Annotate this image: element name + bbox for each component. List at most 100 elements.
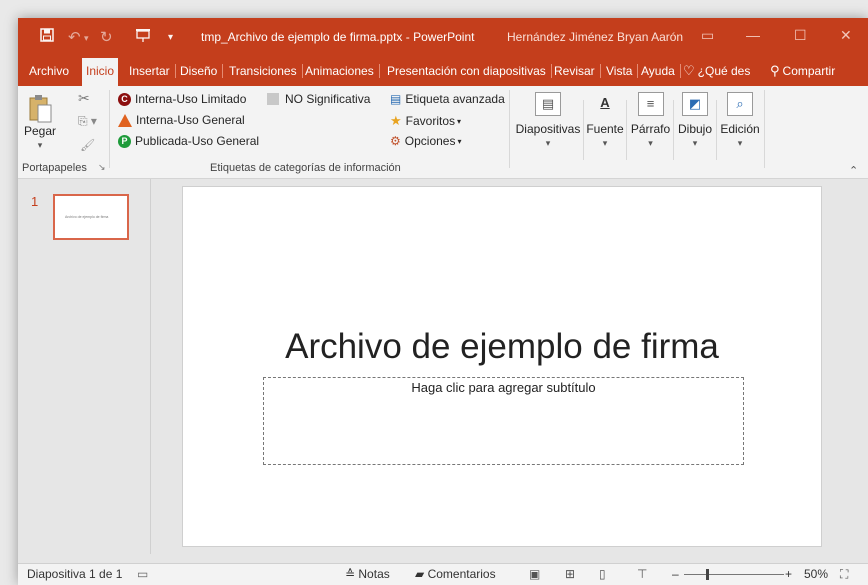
zoom-slider-track[interactable] — [684, 574, 784, 575]
close-icon[interactable]: ✕ — [840, 27, 852, 44]
slideshow-icon[interactable]: ⊤ — [637, 567, 647, 581]
tab-presentacion[interactable]: Presentación con diapositivas — [383, 56, 552, 86]
tab-revisar[interactable]: Revisar — [550, 56, 601, 86]
share-button[interactable]: ⚲ Compartir — [766, 56, 839, 86]
spell-check-icon[interactable]: ▭ — [137, 567, 148, 581]
tab-diseno[interactable]: Diseño — [176, 56, 224, 86]
title-separator: - — [402, 30, 414, 44]
separator — [764, 90, 765, 168]
zoom-slider-thumb[interactable] — [706, 569, 709, 580]
tab-vista[interactable]: Vista — [602, 56, 639, 86]
slide-number: 1 — [31, 194, 39, 209]
minimize-icon[interactable]: — — [746, 27, 760, 43]
notes-button[interactable]: ≙ Notas — [345, 567, 390, 581]
slides-icon: ▤ — [535, 92, 561, 116]
slide-thumbnail[interactable]: Archivo de ejemplo de firma — [53, 194, 129, 240]
separator — [509, 90, 510, 168]
format-painter-icon[interactable]: 🖌 — [80, 138, 95, 152]
chevron-down-icon: ▾ — [545, 138, 551, 148]
edicion-button[interactable]: ⌕ Edición ▾ — [718, 92, 762, 149]
button-label: Párrafo — [630, 122, 671, 136]
classification-p-icon: P — [118, 134, 131, 148]
ribbon-tabs: Archivo Inicio Insertar Diseño Transicio… — [18, 56, 868, 86]
ribbon-display-options-icon[interactable]: ▭ — [701, 27, 714, 44]
font-icon: A — [600, 95, 610, 110]
chevron-down-icon: ▾ — [457, 116, 462, 126]
notes-label: Notas — [358, 567, 390, 581]
tab-inicio[interactable]: Inicio — [82, 58, 119, 86]
separator — [673, 100, 674, 160]
paragraph-icon: ≡ — [637, 92, 664, 116]
chevron-down-icon: ▾ — [602, 138, 608, 148]
label-text: Interna-Uso Limitado — [135, 92, 247, 106]
button-label: Dibujo — [677, 122, 713, 136]
label-interna-uso-limitado[interactable]: C Interna-Uso Limitado — [118, 92, 246, 106]
comment-icon: ▰ — [415, 567, 428, 581]
customize-toolbar-icon[interactable]: ▾ — [168, 32, 173, 43]
label-no-significativa[interactable]: NO Significativa — [267, 92, 370, 106]
tab-archivo[interactable]: Archivo — [25, 56, 73, 86]
powerpoint-window: ↶ ▾ ↻ ▾ tmp_Archivo de ejemplo de firma.… — [18, 18, 868, 585]
normal-view-icon[interactable]: ▣ — [529, 567, 540, 581]
person-icon: ⚲ — [770, 63, 780, 78]
classification-c-icon: C — [118, 92, 131, 106]
redo-icon[interactable]: ↻ — [100, 28, 113, 46]
tell-me-label: ¿Qué des — [697, 64, 751, 78]
zoom-level[interactable]: 50% — [804, 567, 828, 581]
tell-me-search[interactable]: ♡ ¿Qué des — [679, 56, 754, 86]
label-text: Opciones — [404, 134, 456, 148]
tab-ayuda[interactable]: Ayuda — [637, 56, 681, 86]
present-from-start-icon[interactable] — [135, 28, 151, 47]
options-gear-icon: ⚙ — [390, 134, 401, 148]
fuente-button[interactable]: A Fuente ▾ — [585, 92, 625, 149]
cut-icon[interactable]: ✂ — [78, 90, 90, 107]
fit-slide-icon[interactable]: ⛶ — [840, 567, 848, 582]
tab-animaciones[interactable]: Animaciones — [301, 56, 380, 86]
clipboard-dialog-launcher-icon[interactable]: ↘ — [98, 162, 106, 173]
clipboard-icon — [29, 95, 52, 123]
subtitle-placeholder[interactable]: Haga clic para agregar subtítulo — [263, 377, 744, 465]
favoritos-button[interactable]: ★ Favoritos ▾ — [390, 113, 461, 129]
warning-icon — [118, 113, 132, 127]
undo-icon[interactable]: ↶ — [68, 28, 81, 46]
chevron-down-icon: ▾ — [457, 136, 462, 146]
save-icon[interactable] — [40, 28, 54, 46]
slide-canvas[interactable]: Archivo de ejemplo de firma Haga clic pa… — [182, 186, 822, 547]
diapositivas-button[interactable]: ▤ Diapositivas ▾ — [515, 92, 581, 149]
dibujo-button[interactable]: ◩ Dibujo ▾ — [675, 92, 715, 149]
zoom-out-button[interactable]: – — [672, 567, 679, 581]
slide-counter: Diapositiva 1 de 1 — [27, 567, 123, 581]
slide-title[interactable]: Archivo de ejemplo de firma — [183, 327, 821, 367]
parrafo-button[interactable]: ≡ Párrafo ▾ — [628, 92, 673, 149]
zoom-in-button[interactable]: + — [785, 567, 792, 581]
chevron-down-icon: ▾ — [692, 138, 698, 148]
label-publicada-uso-general[interactable]: P Publicada-Uso General — [118, 134, 259, 148]
subtitle-placeholder-text: Haga clic para agregar subtítulo — [411, 380, 596, 395]
user-name[interactable]: Hernández Jiménez Bryan Aarón — [507, 30, 683, 44]
app-name: PowerPoint — [413, 30, 475, 44]
label-text: Favoritos — [405, 114, 456, 128]
advanced-label-icon: ▤ — [390, 92, 402, 106]
etiqueta-avanzada-button[interactable]: ▤ Etiqueta avanzada — [390, 92, 505, 106]
copy-icon[interactable]: ⎘ ▾ — [78, 114, 97, 129]
opciones-button[interactable]: ⚙ Opciones ▾ — [390, 134, 461, 148]
maximize-icon[interactable]: ☐ — [794, 27, 807, 44]
file-name: tmp_Archivo de ejemplo de firma.pptx — [201, 30, 403, 44]
window-title: tmp_Archivo de ejemplo de firma.pptx - P… — [201, 30, 474, 44]
star-icon: ★ — [390, 113, 402, 128]
reading-view-icon[interactable]: ▯ — [599, 567, 606, 581]
paste-button[interactable]: Pegar ▾ — [22, 94, 58, 151]
undo-dropdown-icon[interactable]: ▾ — [84, 33, 89, 44]
paste-dropdown-icon[interactable]: ▾ — [22, 140, 58, 151]
grey-square-icon — [267, 93, 279, 105]
ribbon-inicio: Pegar ▾ ✂ ⎘ ▾ 🖌 Portapapeles ↘ C Interna-… — [18, 86, 868, 179]
tab-insertar[interactable]: Insertar — [125, 56, 176, 86]
comments-button[interactable]: ▰ Comentarios — [415, 567, 496, 581]
label-interna-uso-general[interactable]: Interna-Uso General — [118, 113, 245, 127]
shapes-icon: ◩ — [682, 92, 708, 116]
slide-sorter-icon[interactable]: ⊞ — [565, 567, 575, 581]
status-bar: Diapositiva 1 de 1 ▭ ≙ Notas ▰ Comentari… — [18, 563, 868, 585]
tab-transiciones[interactable]: Transiciones — [225, 56, 303, 86]
notes-icon: ≙ — [345, 567, 359, 581]
collapse-ribbon-icon[interactable]: ⌃ — [849, 164, 858, 177]
